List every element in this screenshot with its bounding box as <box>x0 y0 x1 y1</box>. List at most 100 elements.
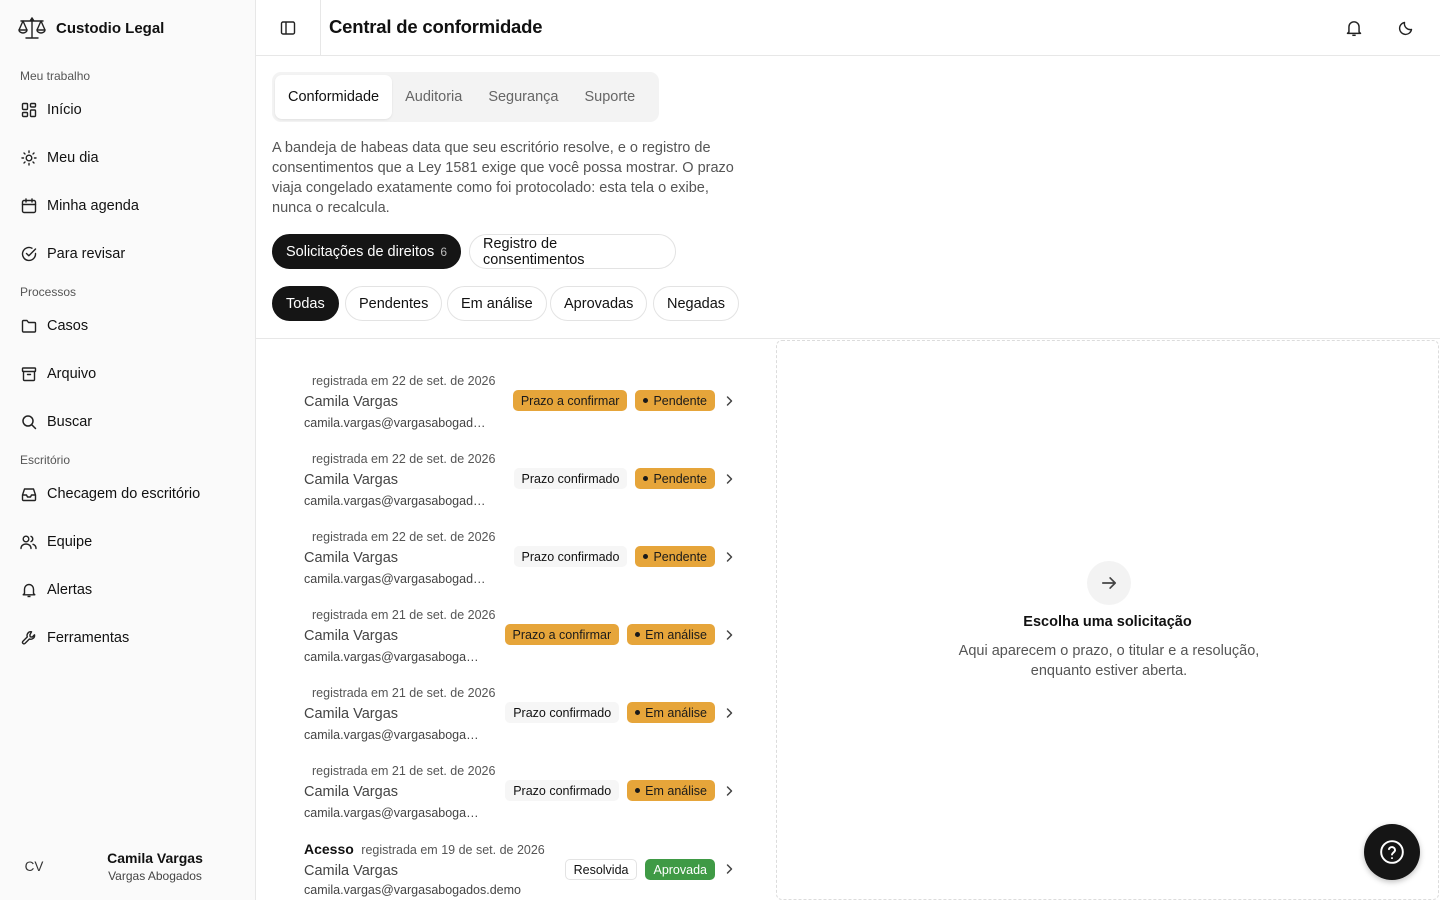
status-dot <box>635 632 641 637</box>
top-bar: Central de conformidade <box>256 0 1440 56</box>
arrow-right-icon <box>1087 561 1131 605</box>
user-card[interactable]: CV Camila Vargas Vargas Abogados <box>12 840 244 892</box>
bell-icon <box>1345 19 1363 37</box>
sidebar-item-buscar[interactable]: Buscar <box>10 404 246 440</box>
sidebar-toggle-button[interactable] <box>274 14 302 42</box>
sidebar-item-ferramentas[interactable]: Ferramentas <box>10 620 246 656</box>
filter-pendentes[interactable]: Pendentes <box>345 286 443 321</box>
intro-text: A bandeja de habeas data que seu escritó… <box>272 140 734 216</box>
request-name: Camila Vargas <box>304 628 399 644</box>
consents-view-button[interactable]: Registro de consentimentos <box>469 234 676 269</box>
filter-em-analise[interactable]: Em análise <box>447 286 547 321</box>
dashboard-icon <box>20 102 37 119</box>
request-name: Camila Vargas <box>304 394 399 410</box>
request-name: Camila Vargas <box>304 472 399 488</box>
sidebar-item-arquivo[interactable]: Arquivo <box>10 356 246 392</box>
bell-icon <box>20 582 37 599</box>
request-registered: registrada em 21 de set. de 2026 <box>312 686 496 700</box>
request-registered: registrada em 22 de set. de 2026 <box>312 530 496 544</box>
status-badge: Em análise <box>627 780 715 801</box>
status-badge: Em análise <box>627 624 715 645</box>
chevron-right-icon <box>722 784 736 798</box>
request-row[interactable]: registrada em 21 de set. de 2026 Camila … <box>256 608 775 686</box>
sidebar-item-inicio[interactable]: Início <box>10 92 246 128</box>
deadline-badge: Prazo confirmado <box>505 702 620 723</box>
request-registered: registrada em 22 de set. de 2026 <box>312 452 496 466</box>
request-registered: registrada em 21 de set. de 2026 <box>312 764 496 778</box>
status-badge: Em análise <box>627 702 715 723</box>
deadline-badge: Prazo confirmado <box>513 468 628 489</box>
request-email: camila.vargas@vargasabogados.demo <box>304 650 482 664</box>
theme-toggle-button[interactable] <box>1392 14 1420 42</box>
brand[interactable]: Custodio Legal <box>16 12 164 44</box>
empty-state-title: Escolha uma solicitação <box>1023 614 1192 630</box>
help-button[interactable] <box>1364 824 1420 880</box>
tab-suporte[interactable]: Suporte <box>571 75 648 119</box>
tab-auditoria[interactable]: Auditoria <box>392 75 475 119</box>
request-row[interactable]: registrada em 21 de set. de 2026 Camila … <box>256 764 775 842</box>
status-label: Em análise <box>645 705 707 720</box>
request-row[interactable]: Acesso registrada em 19 de set. de 2026 … <box>256 841 775 900</box>
status-label: Pendente <box>653 393 707 408</box>
sidebar-item-casos[interactable]: Casos <box>10 308 246 344</box>
calendar-icon <box>20 198 37 215</box>
deadline-badge: Prazo confirmado <box>513 546 628 567</box>
sidebar-item-label: Alertas <box>47 582 93 598</box>
resolution-badge: Resolvida <box>564 859 638 880</box>
sidebar-item-label: Meu dia <box>47 150 99 166</box>
filter-aprovadas[interactable]: Aprovadas <box>550 286 648 321</box>
sidebar-item-label: Minha agenda <box>47 198 139 214</box>
request-row[interactable]: registrada em 22 de set. de 2026 Camila … <box>256 374 775 452</box>
wrench-icon <box>20 630 37 647</box>
filter-negadas[interactable]: Negadas <box>653 286 740 321</box>
request-name: Camila Vargas <box>304 784 399 800</box>
sidebar-item-label: Buscar <box>47 414 93 430</box>
users-icon <box>20 534 37 551</box>
status-label: Pendente <box>653 549 707 564</box>
sidebar-item-para-revisar[interactable]: Para revisar <box>10 236 246 272</box>
request-row[interactable]: registrada em 22 de set. de 2026 Camila … <box>256 452 775 530</box>
section-label-processos: Processos <box>20 285 77 299</box>
user-org: Vargas Abogados <box>108 868 202 883</box>
tab-conformidade[interactable]: Conformidade <box>275 75 393 119</box>
divider <box>256 338 1440 339</box>
request-registered: registrada em 19 de set. de 2026 <box>361 843 545 857</box>
chevron-right-icon <box>722 706 736 720</box>
status-badge: Pendente <box>635 390 715 411</box>
deadline-badge: Prazo a confirmar <box>504 624 620 645</box>
chevron-right-icon <box>722 472 736 486</box>
archive-icon <box>20 366 37 383</box>
status-label: Em análise <box>645 627 707 642</box>
sidebar-item-checagem[interactable]: Checagem do escritório <box>10 476 246 512</box>
request-row[interactable]: registrada em 21 de set. de 2026 Camila … <box>256 686 775 764</box>
request-name: Camila Vargas <box>304 550 399 566</box>
filter-todas[interactable]: Todas <box>272 286 339 321</box>
sidebar-item-label: Para revisar <box>47 246 126 262</box>
sidebar: Custodio Legal Meu trabalho Início Meu d… <box>0 0 256 900</box>
sidebar-item-alertas[interactable]: Alertas <box>10 572 246 608</box>
tab-seguranca[interactable]: Segurança <box>475 75 571 119</box>
brand-name: Custodio Legal <box>56 19 165 37</box>
status-label: Pendente <box>653 471 707 486</box>
status-dot <box>643 554 649 559</box>
status-badge: Pendente <box>635 546 715 567</box>
request-email: camila.vargas@vargasabogados.demo <box>304 416 490 430</box>
status-dot <box>643 398 649 403</box>
sidebar-item-equipe[interactable]: Equipe <box>10 524 246 560</box>
sidebar-item-label: Equipe <box>47 534 93 550</box>
requests-view-button[interactable]: Solicitações de direitos 6 <box>272 234 461 269</box>
avatar: CV <box>24 858 44 874</box>
sidebar-item-meu-dia[interactable]: Meu dia <box>10 140 246 176</box>
sidebar-item-minha-agenda[interactable]: Minha agenda <box>10 188 246 224</box>
consents-view-label: Registro de consentimentos <box>483 235 585 268</box>
empty-state-description: Aqui aparecem o prazo, o titular e a res… <box>958 643 1260 679</box>
status-dot <box>635 788 641 793</box>
request-row[interactable]: registrada em 22 de set. de 2026 Camila … <box>256 530 775 608</box>
notifications-button[interactable] <box>1340 14 1368 42</box>
request-meta: Acesso registrada em 19 de set. de 2026 <box>304 841 545 857</box>
request-email: camila.vargas@vargasabogados.demo <box>304 494 490 508</box>
chevron-right-icon <box>722 394 736 408</box>
requests-count: 6 <box>440 244 447 259</box>
sidebar-item-label: Arquivo <box>47 366 97 382</box>
search-icon <box>20 414 37 431</box>
